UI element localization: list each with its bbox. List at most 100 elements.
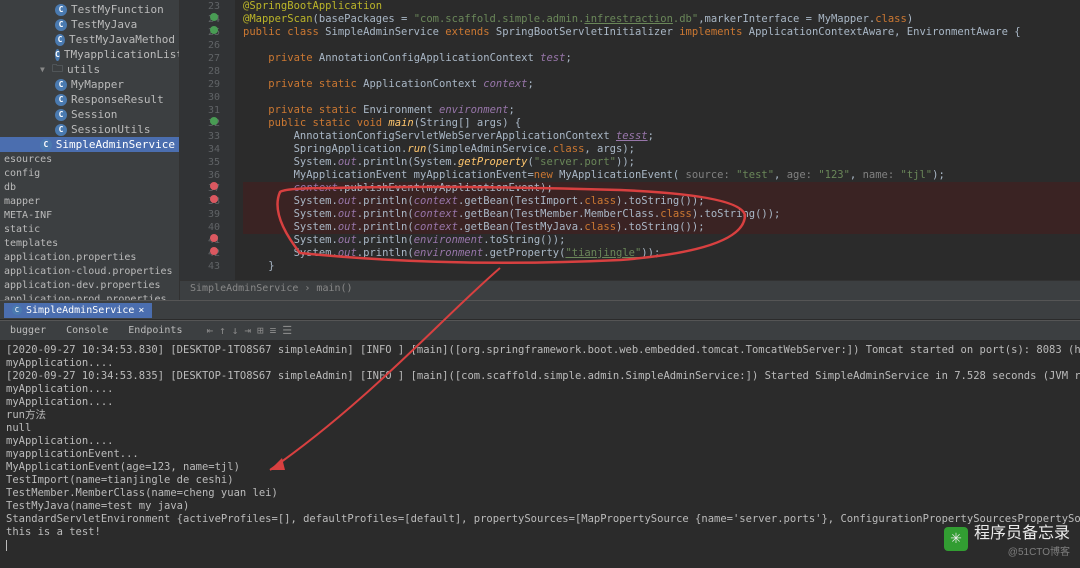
file-tab-bar: C SimpleAdminService ×	[0, 300, 1080, 320]
gutter-marker-icon[interactable]	[210, 26, 218, 34]
folder-item[interactable]: application-prod.properties	[0, 292, 179, 300]
folder-item[interactable]: application.properties	[0, 250, 179, 264]
code-line[interactable]	[243, 65, 1080, 78]
toolbar-icon[interactable]: ⇤	[206, 324, 213, 337]
folder-item[interactable]: db	[0, 180, 179, 194]
tree-item-mymapper[interactable]: CMyMapper	[0, 77, 179, 92]
line-number[interactable]: 24	[180, 13, 220, 26]
toolbar-icon[interactable]: ↑	[219, 324, 226, 337]
class-icon: C	[55, 34, 65, 46]
toolbar-icon[interactable]: ☰	[282, 324, 292, 337]
tree-item-utils[interactable]: ▼🗀utils	[0, 62, 179, 77]
class-icon: C	[55, 19, 67, 31]
code-line[interactable]: System.out.println(context.getBean(TestI…	[243, 195, 1080, 208]
line-number[interactable]: 40	[180, 221, 220, 234]
code-line[interactable]: AnnotationConfigServletWebServerApplicat…	[243, 130, 1080, 143]
code-line[interactable]: SpringApplication.run(SimpleAdminService…	[243, 143, 1080, 156]
code-line[interactable]: context.publishEvent(myApplicationEvent)…	[243, 182, 1080, 195]
class-icon: C	[55, 94, 67, 106]
toolbar-icon[interactable]: ⇥	[244, 324, 251, 337]
toolbar-icon[interactable]: ⊞	[257, 324, 264, 337]
line-number[interactable]: 38	[180, 195, 220, 208]
tree-item-testmyjava[interactable]: CTestMyJava	[0, 17, 179, 32]
code-line[interactable]: System.out.println(System.getProperty("s…	[243, 156, 1080, 169]
gutter-marker-icon[interactable]	[210, 117, 218, 125]
gutter-marker-icon[interactable]	[210, 195, 218, 203]
folder-item[interactable]: esources	[0, 152, 179, 166]
code-line[interactable]: }	[243, 260, 1080, 273]
file-tab[interactable]: C SimpleAdminService ×	[4, 303, 152, 318]
line-number[interactable]: 32	[180, 117, 220, 130]
class-icon: C	[55, 4, 67, 16]
line-number[interactable]: 35	[180, 156, 220, 169]
line-number[interactable]: 30	[180, 91, 220, 104]
breadcrumb[interactable]: SimpleAdminService › main()	[180, 280, 1080, 300]
folder-item[interactable]: templates	[0, 236, 179, 250]
folder-item[interactable]: config	[0, 166, 179, 180]
line-number[interactable]: 42	[180, 247, 220, 260]
line-number[interactable]: 39	[180, 208, 220, 221]
line-number[interactable]: 27	[180, 52, 220, 65]
console-line: TestMember.MemberClass(name=cheng yuan l…	[6, 487, 1074, 500]
class-icon: C	[55, 49, 60, 61]
folder-item[interactable]: static	[0, 222, 179, 236]
code-line[interactable]: @SpringBootApplication	[243, 0, 1080, 13]
console-output[interactable]: [2020-09-27 10:34:53.830] [DESKTOP-1TO8S…	[0, 340, 1080, 568]
code-line[interactable]: public class SimpleAdminService extends …	[243, 26, 1080, 39]
tab-debugger[interactable]: bugger	[4, 323, 52, 338]
gutter-marker-icon[interactable]	[210, 247, 218, 255]
gutter-marker-icon[interactable]	[210, 13, 218, 21]
watermark: ✳ 程序员备忘录 @51CTO博客	[944, 519, 1070, 558]
code-line[interactable]: MyApplicationEvent myApplicationEvent=ne…	[243, 169, 1080, 182]
console-line: [2020-09-27 10:34:53.835] [DESKTOP-1TO8S…	[6, 370, 1074, 383]
tree-item-testmyjavamethod[interactable]: CTestMyJavaMethod	[0, 32, 179, 47]
line-number[interactable]: 37	[180, 182, 220, 195]
code-line[interactable]: public static void main(String[] args) {	[243, 117, 1080, 130]
toolbar-icon[interactable]: ≡	[270, 324, 277, 337]
tree-item-sessionutils[interactable]: CSessionUtils	[0, 122, 179, 137]
code-line[interactable]	[243, 39, 1080, 52]
console-line: StandardServletEnvironment {activeProfil…	[6, 513, 1074, 526]
folder-item[interactable]: application-cloud.properties	[0, 264, 179, 278]
tree-item-session[interactable]: CSession	[0, 107, 179, 122]
code-area[interactable]: @SpringBootApplication@MapperScan(basePa…	[235, 0, 1080, 280]
tab-console[interactable]: Console	[60, 323, 114, 338]
tree-item-tmyapplicationlistenner[interactable]: CTMyapplicationListenner	[0, 47, 179, 62]
line-number[interactable]: 25	[180, 26, 220, 39]
code-line[interactable]	[243, 91, 1080, 104]
folder-item[interactable]: application-dev.properties	[0, 278, 179, 292]
code-line[interactable]: private static ApplicationContext contex…	[243, 78, 1080, 91]
code-line[interactable]: System.out.println(environment.getProper…	[243, 247, 1080, 260]
code-line[interactable]: System.out.println(context.getBean(TestM…	[243, 221, 1080, 234]
code-line[interactable]: private static Environment environment;	[243, 104, 1080, 117]
console-line: myApplication....	[6, 435, 1074, 448]
code-line[interactable]: System.out.println(context.getBean(TestM…	[243, 208, 1080, 221]
line-number[interactable]: 36	[180, 169, 220, 182]
code-line[interactable]: private AnnotationConfigApplicationConte…	[243, 52, 1080, 65]
gutter[interactable]: 2324252627282930313233343536373839404142…	[180, 0, 235, 280]
tool-tabs: bugger Console Endpoints ⇤ ↑ ↓ ⇥ ⊞ ≡ ☰	[0, 320, 1080, 340]
line-number[interactable]: 41	[180, 234, 220, 247]
console-line: MyApplicationEvent(age=123, name=tjl)	[6, 461, 1074, 474]
tree-item-simpleadminservice[interactable]: CSimpleAdminService	[0, 137, 179, 152]
gutter-marker-icon[interactable]	[210, 182, 218, 190]
line-number[interactable]: 29	[180, 78, 220, 91]
folder-item[interactable]: mapper	[0, 194, 179, 208]
line-number[interactable]: 43	[180, 260, 220, 273]
line-number[interactable]: 31	[180, 104, 220, 117]
console-line: myapplicationEvent...	[6, 448, 1074, 461]
code-line[interactable]: System.out.println(environment.toString(…	[243, 234, 1080, 247]
folder-item[interactable]: META-INF	[0, 208, 179, 222]
tree-item-testmyfunction[interactable]: CTestMyFunction	[0, 2, 179, 17]
gutter-marker-icon[interactable]	[210, 234, 218, 242]
code-line[interactable]: @MapperScan(basePackages = "com.scaffold…	[243, 13, 1080, 26]
line-number[interactable]: 26	[180, 39, 220, 52]
line-number[interactable]: 33	[180, 130, 220, 143]
tree-item-responseresult[interactable]: CResponseResult	[0, 92, 179, 107]
line-number[interactable]: 28	[180, 65, 220, 78]
toolbar-icon[interactable]: ↓	[232, 324, 239, 337]
line-number[interactable]: 23	[180, 0, 220, 13]
tab-endpoints[interactable]: Endpoints	[122, 323, 188, 338]
line-number[interactable]: 34	[180, 143, 220, 156]
close-icon[interactable]: ×	[138, 305, 144, 316]
